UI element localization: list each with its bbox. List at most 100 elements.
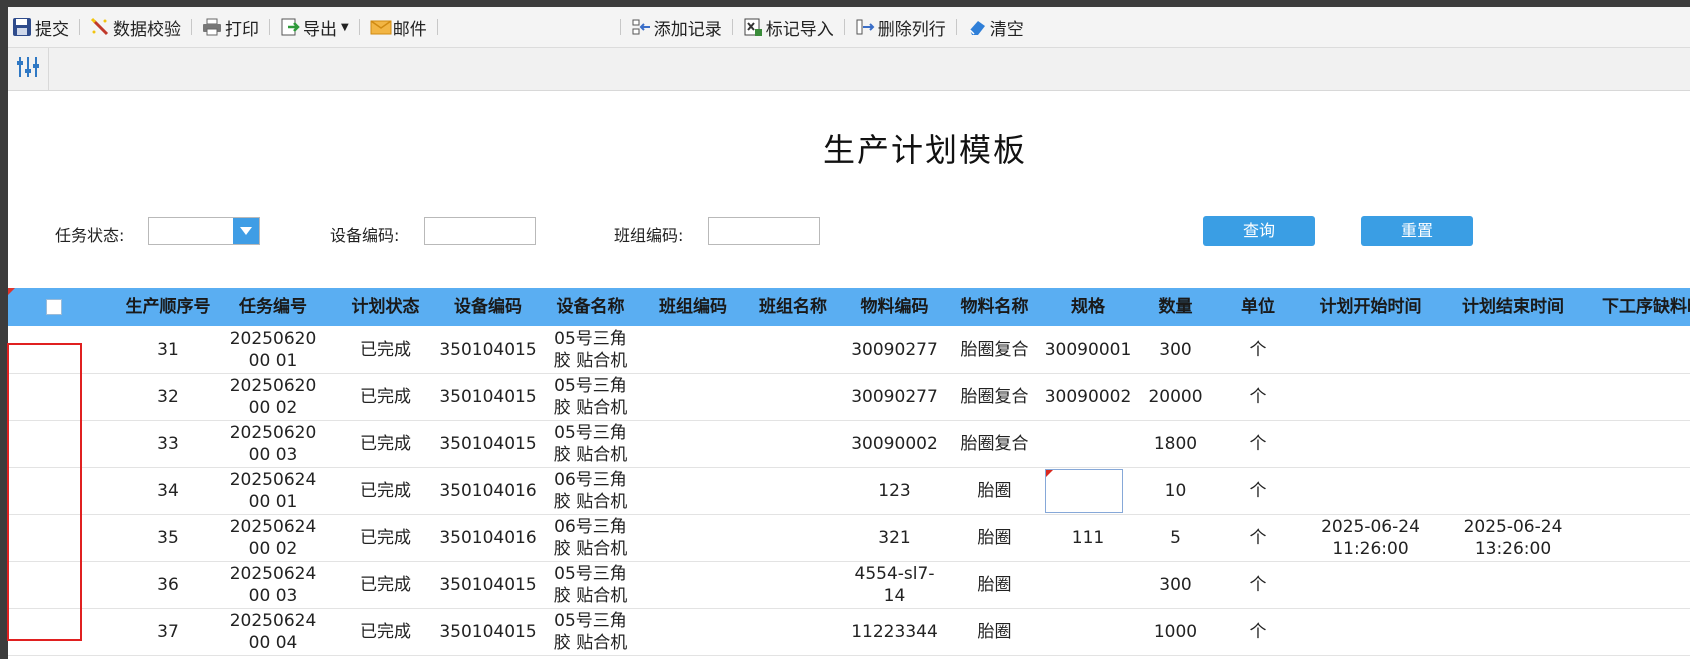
cell-mat-code[interactable]: 30090277 bbox=[843, 326, 946, 373]
cell-task[interactable]: 2025062400 01 bbox=[218, 467, 328, 514]
cell-mat-name[interactable]: 胎圈 bbox=[946, 467, 1043, 514]
cell-task[interactable]: 2025062000 03 bbox=[218, 420, 328, 467]
cell-mat-name[interactable]: 胎圈 bbox=[946, 608, 1043, 655]
cell-qty[interactable]: 10 bbox=[1133, 467, 1218, 514]
cell-seq[interactable]: 34 bbox=[108, 467, 228, 514]
print-button[interactable]: 打印 bbox=[198, 13, 263, 41]
cell-mat-name[interactable]: 胎圈 bbox=[946, 561, 1043, 608]
cell-status[interactable]: 已完成 bbox=[338, 561, 433, 608]
add-record-button[interactable]: 添加记录 bbox=[627, 13, 726, 41]
cell-unit[interactable]: 个 bbox=[1218, 514, 1298, 561]
cell-mat-code[interactable]: 4554-sl7- 14 bbox=[843, 561, 946, 608]
cell-end[interactable] bbox=[1443, 561, 1583, 608]
cell-equip-code[interactable]: 350104016 bbox=[433, 514, 543, 561]
column-header[interactable]: 设备编码 bbox=[433, 288, 543, 326]
clear-button[interactable]: 清空 bbox=[963, 13, 1028, 41]
cell-team-name[interactable] bbox=[743, 420, 843, 467]
select-all-checkbox[interactable] bbox=[46, 299, 62, 315]
cell-team-code[interactable] bbox=[643, 467, 743, 514]
column-header[interactable]: 设备名称 bbox=[538, 288, 643, 326]
cell-team-name[interactable] bbox=[743, 373, 843, 420]
cell-equip-name[interactable]: 06号三角胶 贴合机 bbox=[538, 467, 643, 514]
cell-end[interactable] bbox=[1443, 608, 1583, 655]
cell-mat-code[interactable]: 30090277 bbox=[843, 373, 946, 420]
cell-unit[interactable]: 个 bbox=[1218, 467, 1298, 514]
cell-team-name[interactable] bbox=[743, 561, 843, 608]
cell-end[interactable] bbox=[1443, 326, 1583, 373]
cell-qty[interactable]: 5 bbox=[1133, 514, 1218, 561]
cell-mat-name[interactable]: 胎圈复合 bbox=[946, 420, 1043, 467]
cell-equip-name[interactable]: 05号三角胶 贴合机 bbox=[538, 608, 643, 655]
cell-task[interactable]: 2025062400 04 bbox=[218, 608, 328, 655]
cell-seq[interactable]: 37 bbox=[108, 608, 228, 655]
active-cell-editor[interactable] bbox=[1045, 469, 1123, 513]
cell-start[interactable] bbox=[1298, 561, 1443, 608]
cell-start[interactable] bbox=[1298, 467, 1443, 514]
cell-equip-code[interactable]: 350104015 bbox=[433, 326, 543, 373]
cell-start[interactable] bbox=[1298, 420, 1443, 467]
table-row[interactable]: 37 2025062400 04 已完成 350104015 05号三角胶 贴合机 112… bbox=[8, 608, 1690, 656]
cell-qty[interactable]: 1000 bbox=[1133, 608, 1218, 655]
cell-start[interactable] bbox=[1298, 326, 1443, 373]
cell-mat-name[interactable]: 胎圈复合 bbox=[946, 326, 1043, 373]
cell-equip-name[interactable]: 05号三角胶 贴合机 bbox=[538, 561, 643, 608]
cell-equip-code[interactable]: 350104015 bbox=[433, 373, 543, 420]
cell-mat-name[interactable]: 胎圈 bbox=[946, 514, 1043, 561]
cell-status[interactable]: 已完成 bbox=[338, 514, 433, 561]
cell-end[interactable] bbox=[1443, 420, 1583, 467]
cell-task[interactable]: 2025062400 02 bbox=[218, 514, 328, 561]
cell-unit[interactable]: 个 bbox=[1218, 373, 1298, 420]
cell-equip-name[interactable]: 05号三角胶 贴合机 bbox=[538, 373, 643, 420]
cell-equip-name[interactable]: 05号三角胶 贴合机 bbox=[538, 420, 643, 467]
cell-end[interactable] bbox=[1443, 373, 1583, 420]
table-row[interactable]: 32 2025062000 02 已完成 350104015 05号三角胶 贴合机 300… bbox=[8, 373, 1690, 421]
cell-status[interactable]: 已完成 bbox=[338, 467, 433, 514]
cell-task[interactable]: 2025062000 01 bbox=[218, 326, 328, 373]
cell-team-code[interactable] bbox=[643, 514, 743, 561]
cell-seq[interactable]: 36 bbox=[108, 561, 228, 608]
team-code-input[interactable] bbox=[708, 217, 820, 245]
cell-status[interactable]: 已完成 bbox=[338, 326, 433, 373]
cell-team-code[interactable] bbox=[643, 561, 743, 608]
cell-mat-code[interactable]: 30090002 bbox=[843, 420, 946, 467]
cell-spec[interactable]: 111 bbox=[1043, 514, 1133, 561]
cell-status[interactable]: 已完成 bbox=[338, 420, 433, 467]
cell-start[interactable] bbox=[1298, 608, 1443, 655]
cell-equip-code[interactable]: 350104015 bbox=[433, 420, 543, 467]
cell-unit[interactable]: 个 bbox=[1218, 608, 1298, 655]
table-row[interactable]: 36 2025062400 03 已完成 350104015 05号三角胶 贴合机 455… bbox=[8, 561, 1690, 609]
cell-unit[interactable]: 个 bbox=[1218, 420, 1298, 467]
mark-import-button[interactable]: 标记导入 bbox=[739, 13, 838, 41]
cell-team-name[interactable] bbox=[743, 514, 843, 561]
cell-start[interactable]: 2025-06-24 11:26:00 bbox=[1298, 514, 1443, 561]
cell-spec[interactable] bbox=[1043, 420, 1133, 467]
cell-end[interactable]: 2025-06-24 13:26:00 bbox=[1443, 514, 1583, 561]
column-header[interactable]: 规格 bbox=[1043, 288, 1133, 326]
reset-button[interactable]: 重置 bbox=[1361, 216, 1473, 246]
cell-end[interactable] bbox=[1443, 467, 1583, 514]
cell-status[interactable]: 已完成 bbox=[338, 608, 433, 655]
settings-button[interactable] bbox=[8, 48, 49, 90]
mail-button[interactable]: 邮件 bbox=[366, 13, 431, 41]
cell-team-name[interactable] bbox=[743, 467, 843, 514]
cell-mat-code[interactable]: 123 bbox=[843, 467, 946, 514]
cell-mat-name[interactable]: 胎圈复合 bbox=[946, 373, 1043, 420]
cell-start[interactable] bbox=[1298, 373, 1443, 420]
cell-qty[interactable]: 300 bbox=[1133, 326, 1218, 373]
validate-button[interactable]: 数据校验 bbox=[86, 13, 185, 41]
cell-spec[interactable] bbox=[1043, 608, 1133, 655]
cell-seq[interactable]: 35 bbox=[108, 514, 228, 561]
table-row[interactable]: 31 2025062000 01 已完成 350104015 05号三角胶 贴合机 300… bbox=[8, 326, 1690, 374]
cell-qty[interactable]: 300 bbox=[1133, 561, 1218, 608]
chevron-down-icon[interactable] bbox=[233, 218, 259, 244]
cell-unit[interactable]: 个 bbox=[1218, 561, 1298, 608]
table-row[interactable]: 35 2025062400 02 已完成 350104016 06号三角胶 贴合机 321… bbox=[8, 514, 1690, 562]
cell-seq[interactable]: 33 bbox=[108, 420, 228, 467]
cell-task[interactable]: 2025062400 03 bbox=[218, 561, 328, 608]
column-header[interactable]: 物料名称 bbox=[946, 288, 1043, 326]
cell-equip-code[interactable]: 350104015 bbox=[433, 561, 543, 608]
table-row[interactable]: 34 2025062400 01 已完成 350104016 06号三角胶 贴合机 123… bbox=[8, 467, 1690, 515]
cell-team-name[interactable] bbox=[743, 608, 843, 655]
column-header[interactable]: 任务编号 bbox=[218, 288, 328, 326]
column-header[interactable]: 单位 bbox=[1218, 288, 1298, 326]
